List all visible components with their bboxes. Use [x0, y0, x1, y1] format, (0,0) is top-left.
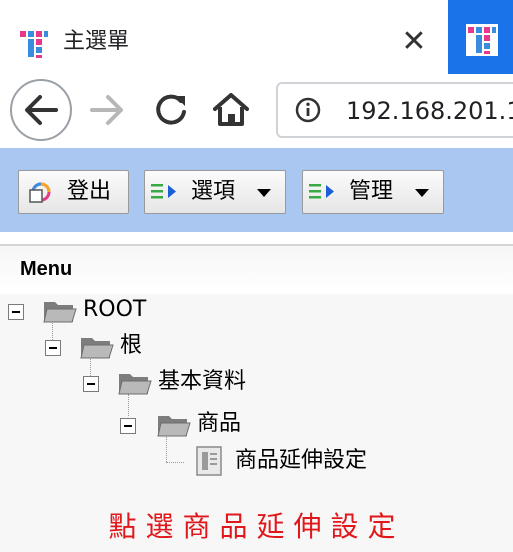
browser-toolbar: 192.168.201.1	[0, 74, 513, 146]
tab-title: 主選單	[63, 29, 130, 54]
folder-open-icon	[80, 338, 114, 359]
tree-connector	[166, 462, 184, 463]
tree-connector	[128, 394, 129, 416]
collapse-toggle[interactable]	[8, 304, 24, 320]
home-button[interactable]	[205, 84, 257, 136]
tab-accent	[0, 4, 448, 8]
browser-tab-bar: 主選單 ✕	[0, 0, 513, 74]
close-icon[interactable]: ✕	[398, 26, 430, 58]
folder-open-icon	[157, 416, 191, 437]
manage-menu-button[interactable]: 管理	[302, 170, 444, 214]
forward-arrow-icon	[90, 95, 123, 125]
collapse-toggle[interactable]	[83, 376, 99, 392]
app-toolbar: 登出 選項 管理	[0, 148, 513, 232]
document-icon	[196, 446, 222, 476]
chevron-down-icon	[257, 189, 271, 197]
info-icon[interactable]	[294, 96, 322, 124]
menu-title: Menu	[20, 258, 73, 280]
address-bar[interactable]: 192.168.201.1	[276, 82, 513, 138]
options-label: 選項	[191, 179, 236, 204]
panel-separator	[0, 232, 513, 244]
logout-button[interactable]: 登出	[18, 170, 129, 214]
tree-label: 商品延伸設定	[235, 448, 368, 473]
folder-open-icon	[43, 302, 77, 323]
collapse-toggle[interactable]	[45, 340, 61, 356]
tree-label: ROOT	[83, 297, 147, 322]
menu-panel-header: Menu	[0, 244, 513, 294]
menu-list-icon	[309, 184, 334, 199]
tree-label: 根	[120, 333, 143, 358]
new-tab-button[interactable]	[448, 0, 513, 74]
tree-label: 基本資料	[158, 369, 247, 394]
options-menu-button[interactable]: 選項	[144, 170, 286, 214]
instruction-text: 點選商品延伸設定	[108, 510, 405, 543]
reload-icon	[156, 94, 186, 125]
logout-label: 登出	[67, 179, 112, 204]
forward-button[interactable]	[82, 84, 134, 136]
manage-label: 管理	[349, 179, 394, 204]
url-text: 192.168.201.1	[346, 97, 513, 125]
tree-label: 商品	[197, 411, 242, 436]
logout-icon	[29, 182, 51, 203]
menu-list-icon	[151, 184, 176, 199]
chevron-down-icon	[415, 189, 429, 197]
active-tab[interactable]: 主選單 ✕	[0, 4, 448, 74]
home-icon	[213, 93, 249, 126]
back-button[interactable]	[10, 79, 72, 141]
collapse-toggle[interactable]	[120, 418, 136, 434]
tt-logo-icon	[466, 24, 498, 56]
tree-connector	[166, 434, 167, 462]
tt-logo-icon	[18, 28, 50, 60]
reload-button[interactable]	[145, 84, 197, 136]
back-arrow-icon	[25, 95, 58, 125]
folder-open-icon	[118, 374, 152, 395]
